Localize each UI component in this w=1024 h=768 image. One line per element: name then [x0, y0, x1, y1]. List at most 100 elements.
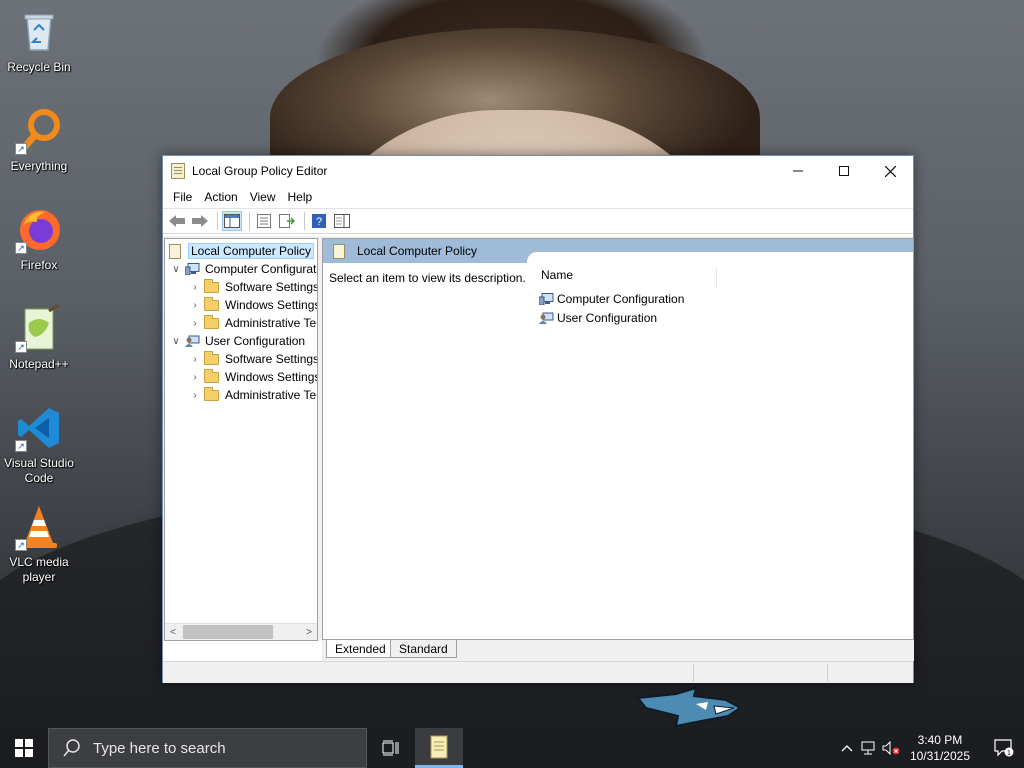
shortcut-arrow-icon: ↗: [15, 341, 27, 353]
desktop-icon-recycle-bin[interactable]: Recycle Bin: [1, 8, 77, 75]
show-action-pane-button[interactable]: [332, 211, 352, 231]
maximize-button[interactable]: [821, 156, 867, 186]
description-text: Select an item to view its description.: [329, 271, 526, 285]
user-configuration-icon: [185, 335, 200, 347]
menu-view[interactable]: View: [244, 190, 282, 204]
taskbar-app-group-policy-editor[interactable]: [415, 728, 463, 768]
show-hidden-icons-button[interactable]: [836, 728, 858, 768]
tree-item-user-windows-settings[interactable]: › Windows Settings: [189, 368, 317, 386]
shark-logo-icon: [636, 686, 742, 728]
chevron-down-icon[interactable]: ∨: [170, 336, 182, 347]
forward-button[interactable]: [190, 211, 210, 231]
volume-button[interactable]: [880, 728, 902, 768]
notification-count: 1: [1007, 750, 1011, 757]
scroll-left-icon[interactable]: <: [165, 627, 181, 638]
list-item-label: User Configuration: [557, 311, 658, 325]
list-item-label: Computer Configuration: [557, 292, 685, 306]
show-hide-console-tree-button[interactable]: [222, 211, 242, 231]
tab-standard[interactable]: Standard: [390, 640, 457, 658]
tree-item-user-configuration[interactable]: ∨ User Configuration: [170, 332, 305, 350]
tree-item-local-computer-policy[interactable]: Local Computer Policy: [169, 242, 315, 260]
desktop-icon-label: Recycle Bin: [7, 60, 71, 74]
network-button[interactable]: [858, 728, 880, 768]
desktop-icon-firefox[interactable]: ↗ Firefox: [1, 206, 77, 273]
desktop-icon-notepad-plus-plus[interactable]: ↗ Notepad++: [1, 303, 77, 372]
notepad-plus-plus-icon: ↗: [15, 303, 63, 353]
tree-item-computer-windows-settings[interactable]: › Windows Settings: [189, 296, 318, 314]
folder-icon: [204, 296, 219, 311]
menu-file[interactable]: File: [167, 190, 198, 204]
console-tree-icon: [224, 214, 240, 228]
chevron-right-icon[interactable]: ›: [189, 300, 201, 311]
menu-action[interactable]: Action: [198, 190, 243, 204]
desktop-icon-label: Everything: [10, 159, 68, 173]
list-item-computer-configuration[interactable]: Computer Configuration: [539, 290, 684, 308]
chevron-right-icon[interactable]: ›: [189, 318, 201, 329]
desktop-icon-label: Visual Studio Code: [4, 456, 74, 485]
folder-icon: [204, 314, 219, 329]
column-header-name[interactable]: Name: [541, 268, 717, 288]
tab-extended[interactable]: Extended: [326, 640, 395, 658]
tree-item-computer-software-settings[interactable]: › Software Settings: [189, 278, 317, 296]
close-icon: [884, 165, 896, 177]
shortcut-arrow-icon: ↗: [15, 440, 27, 452]
policy-app-icon: [171, 163, 185, 179]
minimize-button[interactable]: [775, 156, 821, 186]
tree-item-label: Windows Settings: [225, 298, 318, 312]
export-list-button[interactable]: [277, 211, 297, 231]
shortcut-arrow-icon: ↗: [15, 143, 27, 155]
shortcut-arrow-icon: ↗: [15, 242, 27, 254]
desktop-icon-everything[interactable]: ↗ Everything: [1, 107, 77, 174]
chevron-right-icon[interactable]: ›: [189, 390, 201, 401]
policy-app-icon: [430, 735, 448, 758]
firefox-icon: ↗: [15, 206, 63, 254]
tree-item-label: Computer Configuration: [205, 262, 317, 276]
system-tray: 3:40 PM 10/31/2025 1: [836, 728, 1024, 768]
taskbar-clock[interactable]: 3:40 PM 10/31/2025: [910, 732, 970, 764]
chevron-down-icon[interactable]: ∨: [170, 264, 182, 275]
tree-horizontal-scrollbar[interactable]: < >: [165, 623, 317, 640]
status-bar: [163, 661, 913, 683]
properties-button[interactable]: [254, 211, 274, 231]
tree-item-computer-configuration[interactable]: ∨ Computer Configuration: [170, 260, 317, 278]
action-center-button[interactable]: 1: [984, 728, 1024, 768]
clock-time: 3:40 PM: [917, 733, 963, 747]
desktop-icon-vscode[interactable]: ↗ Visual Studio Code: [1, 404, 77, 486]
scroll-right-icon[interactable]: >: [301, 627, 317, 638]
menu-help[interactable]: Help: [282, 190, 319, 204]
task-view-button[interactable]: [367, 728, 415, 768]
tree-item-computer-administrative-templates[interactable]: › Administrative Templates: [189, 314, 317, 332]
tree-item-user-administrative-templates[interactable]: › Administrative Templates: [189, 386, 317, 404]
start-button[interactable]: [0, 728, 48, 768]
chevron-right-icon[interactable]: ›: [189, 282, 201, 293]
scroll-thumb[interactable]: [183, 625, 273, 639]
tree-item-label: Software Settings: [225, 352, 318, 366]
volume-muted-icon: [882, 741, 900, 755]
tree-item-user-software-settings[interactable]: › Software Settings: [189, 350, 318, 368]
desktop-icon-vlc[interactable]: ↗ VLC media player: [1, 503, 77, 585]
back-button[interactable]: [167, 211, 187, 231]
chevron-right-icon[interactable]: ›: [189, 372, 201, 383]
close-button[interactable]: [867, 156, 913, 186]
toolbar-separator: [304, 212, 305, 230]
action-pane-icon: [334, 214, 350, 228]
title-bar[interactable]: Local Group Policy Editor: [163, 156, 913, 186]
forward-arrow-icon: [192, 215, 208, 227]
group-policy-editor-window: Local Group Policy Editor File Action Vi…: [162, 155, 914, 683]
details-pane: Local Computer Policy Select an item to …: [322, 238, 914, 640]
list-item-user-configuration[interactable]: User Configuration: [539, 309, 657, 327]
taskbar-search-box[interactable]: Type here to search: [48, 728, 367, 768]
recycle-bin-icon: [15, 8, 63, 56]
network-icon: [861, 741, 875, 755]
desktop-icon-label: VLC media player: [9, 555, 69, 584]
desktop-icon-label: Firefox: [20, 258, 58, 272]
window-content: Local Computer Policy ∨ Computer Configu…: [163, 236, 914, 661]
folder-icon: [204, 278, 219, 293]
chevron-right-icon[interactable]: ›: [189, 354, 201, 365]
vlc-icon: ↗: [15, 503, 63, 551]
help-button[interactable]: ?: [309, 211, 329, 231]
menu-bar: File Action View Help: [163, 186, 913, 208]
status-bar-divider: [827, 664, 828, 682]
toolbar-separator: [249, 212, 250, 230]
shortcut-arrow-icon: ↗: [15, 539, 27, 551]
